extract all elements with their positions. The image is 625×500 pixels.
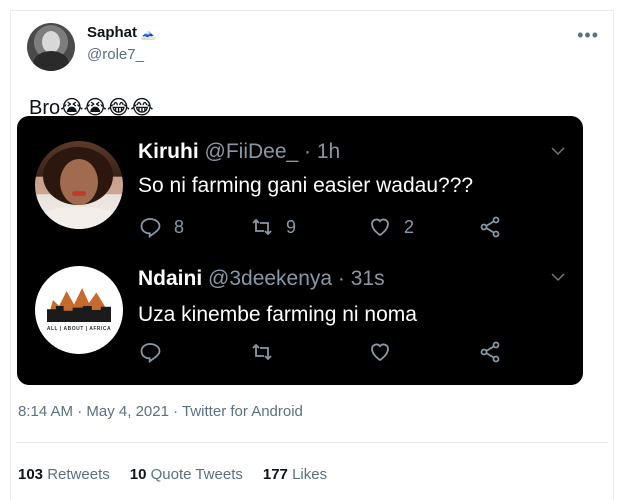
author-avatar[interactable] bbox=[27, 23, 75, 71]
chevron-down-icon bbox=[549, 268, 567, 291]
logo-text: ALL | ABOUT | AFRICA bbox=[46, 326, 112, 332]
chevron-down-icon bbox=[549, 142, 567, 165]
screenshot-tweet-1: Kiruhi @FiiDee_ · 1h So ni farming gani … bbox=[17, 116, 583, 249]
retweet-action bbox=[250, 340, 286, 364]
more-dots-icon[interactable]: ••• bbox=[577, 25, 599, 46]
tweet-source[interactable]: Twitter for Android bbox=[182, 403, 303, 420]
timestamp-separator: · bbox=[73, 403, 87, 420]
ndaini-logo-avatar: ALL | ABOUT | AFRICA bbox=[35, 266, 123, 354]
reply-count: 8 bbox=[174, 216, 185, 237]
heart-icon bbox=[371, 343, 389, 362]
retweets-count: 103 bbox=[18, 466, 44, 483]
retweets-stat[interactable]: 103 Retweets bbox=[18, 466, 110, 483]
screenshot-tweet-1-header: Kiruhi @FiiDee_ · 1h bbox=[138, 140, 340, 164]
screenshot-image[interactable]: Kiruhi @FiiDee_ · 1h So ni farming gani … bbox=[17, 116, 583, 385]
screenshot-tweet-1-meta: @FiiDee_ · 1h bbox=[204, 140, 341, 163]
display-name-text: Saphat bbox=[87, 24, 138, 41]
heart-icon bbox=[371, 218, 389, 237]
retweet-count: 9 bbox=[286, 216, 297, 237]
screenshot-tweet-2-name: Ndaini bbox=[138, 267, 203, 290]
tweet-date[interactable]: May 4, 2021 bbox=[86, 403, 169, 420]
screenshot-tweet-2-text: Uza kinembe farming ni noma bbox=[138, 303, 417, 326]
share-action bbox=[478, 215, 502, 239]
share-action bbox=[478, 340, 502, 364]
like-action: 2 bbox=[368, 215, 414, 239]
retweet-action: 9 bbox=[250, 215, 296, 239]
reply-action: 8 bbox=[138, 215, 184, 239]
screenshot-tweet-2-meta: @3deekenya · 31s bbox=[208, 267, 385, 290]
screenshot-tweet-2-actions bbox=[138, 340, 558, 370]
avatar-shirt bbox=[41, 207, 117, 229]
reply-icon bbox=[140, 343, 161, 364]
avatar-lips bbox=[72, 191, 86, 196]
screenshot-tweet-2: ALL | ABOUT | AFRICA Ndaini @3deekenya ·… bbox=[17, 249, 583, 382]
likes-label: Likes bbox=[292, 466, 328, 483]
like-count: 2 bbox=[404, 216, 415, 237]
divider bbox=[16, 442, 609, 443]
avatar-body bbox=[33, 51, 69, 71]
screenshot-tweet-2-header: Ndaini @3deekenya · 31s bbox=[138, 267, 385, 291]
quote-tweets-count: 10 bbox=[129, 466, 147, 483]
screenshot-tweet-1-actions: 8 9 2 bbox=[138, 215, 558, 245]
share-icon bbox=[480, 341, 500, 363]
reply-action bbox=[138, 340, 174, 364]
tweet-time[interactable]: 8:14 AM bbox=[18, 403, 73, 420]
reply-icon bbox=[140, 218, 161, 239]
avatar-face bbox=[60, 159, 98, 205]
likes-count: 177 bbox=[262, 466, 288, 483]
quote-tweets-stat[interactable]: 10 Quote Tweets bbox=[130, 466, 243, 483]
tweet-stats: 103 Retweets 10 Quote Tweets 177 Likes bbox=[18, 466, 327, 483]
retweets-label: Retweets bbox=[47, 466, 110, 483]
likes-stat[interactable]: 177 Likes bbox=[263, 466, 327, 483]
kiruhi-avatar bbox=[35, 141, 123, 229]
screenshot-tweet-1-name: Kiruhi bbox=[138, 140, 199, 163]
avatar-face bbox=[42, 31, 60, 53]
author-handle[interactable]: @role7_ bbox=[87, 46, 144, 63]
mountain-emoji-icon: 🗻 bbox=[140, 25, 157, 40]
logo-blocks bbox=[47, 306, 111, 322]
screenshot-tweet-1-text: So ni farming gani easier wadau??? bbox=[138, 174, 474, 197]
author-display-name[interactable]: Saphat 🗻 bbox=[87, 24, 156, 41]
tweet-timestamp: 8:14 AM · May 4, 2021 · Twitter for Andr… bbox=[18, 403, 303, 420]
like-action bbox=[368, 340, 404, 364]
timestamp-separator: · bbox=[168, 403, 183, 420]
retweet-icon bbox=[252, 218, 272, 236]
retweet-icon bbox=[252, 343, 272, 361]
share-icon bbox=[480, 216, 500, 238]
quote-tweets-label: Quote Tweets bbox=[150, 466, 243, 483]
